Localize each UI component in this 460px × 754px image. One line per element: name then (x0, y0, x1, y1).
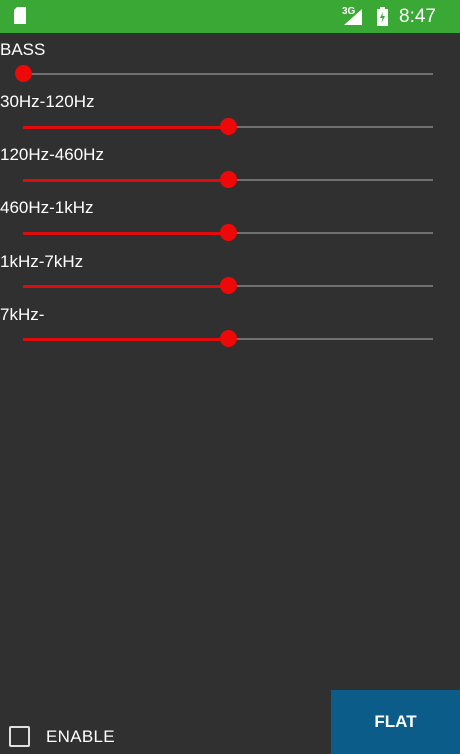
band-label-30hz-120hz: 30Hz-120Hz (0, 92, 95, 111)
signal-icon (344, 9, 362, 25)
band-label-1khz-7khz: 1kHz-7kHz (0, 252, 84, 271)
slider-fill (23, 338, 228, 341)
slider-fill (23, 285, 228, 288)
status-bar: 3G 8:47 (0, 0, 460, 33)
slider-fill (23, 232, 228, 235)
slider-7khz[interactable] (23, 327, 433, 351)
slider-fill (23, 179, 228, 182)
slider-thumb[interactable] (220, 277, 237, 294)
slider-thumb[interactable] (220, 171, 237, 188)
band-label-460hz-1khz: 460Hz-1kHz (0, 198, 94, 217)
slider-track (23, 73, 433, 75)
band-label-120hz-460hz: 120Hz-460Hz (0, 145, 104, 164)
slider-thumb[interactable] (15, 65, 32, 82)
band-label-7khz: 7kHz- (0, 305, 45, 324)
slider-1khz-7khz[interactable] (23, 274, 433, 298)
slider-bass[interactable] (15, 62, 433, 86)
band-label-bass: BASS (0, 40, 46, 59)
sd-card-icon (14, 7, 26, 24)
enable-checkbox[interactable] (9, 726, 30, 747)
slider-thumb[interactable] (220, 224, 237, 241)
slider-30hz-120hz[interactable] (23, 115, 433, 139)
slider-thumb[interactable] (220, 118, 237, 135)
slider-thumb[interactable] (220, 330, 237, 347)
flat-button[interactable]: FLAT (331, 690, 460, 754)
clock: 8:47 (399, 6, 436, 27)
slider-fill (23, 126, 228, 129)
slider-460hz-1khz[interactable] (23, 221, 433, 245)
battery-charging-icon (377, 7, 388, 26)
enable-label: ENABLE (46, 727, 115, 746)
slider-120hz-460hz[interactable] (23, 168, 433, 192)
